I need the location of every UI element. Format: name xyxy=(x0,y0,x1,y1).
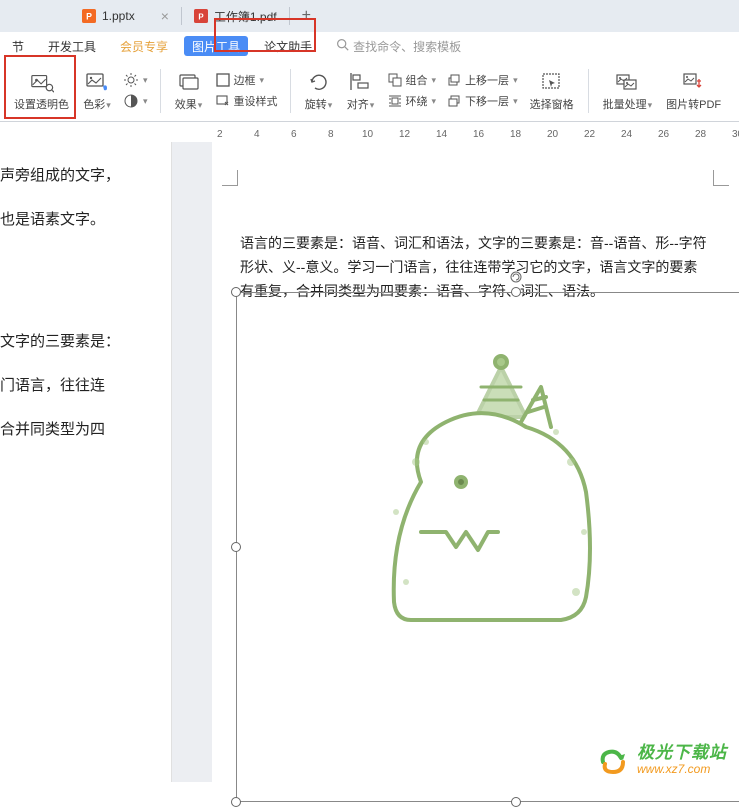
menu-section[interactable]: 节 xyxy=(0,32,36,60)
resize-handle[interactable] xyxy=(231,797,241,807)
watermark-logo-icon xyxy=(597,744,629,776)
ribbon-toolbar: 设置透明色 色彩▾ ▾ ▾ 效果▾ xyxy=(0,60,739,122)
move-up-icon xyxy=(446,72,462,88)
tabs-bar: P 1.pptx × P 工作簿1.pdf + xyxy=(0,0,739,32)
set-transparent-button[interactable]: 设置透明色 xyxy=(8,68,75,114)
menu-vip[interactable]: 会员专享 xyxy=(108,32,180,60)
contrast-icon xyxy=(123,93,139,109)
outline-line: 声旁组成的文字， xyxy=(0,158,163,194)
select-pane-icon xyxy=(540,70,564,94)
document-page[interactable]: 语言的三要素是：语音、词汇和语法，文字的三要素是：音--语音、形--字符形状、义… xyxy=(212,142,739,782)
search-icon xyxy=(336,38,349,54)
tool-label: 选择窗格 xyxy=(530,96,574,112)
search-placeholder: 查找命令、搜索模板 xyxy=(353,38,461,55)
brightness-icon xyxy=(123,72,139,88)
to-pdf-button[interactable]: 图片转PDF xyxy=(660,68,727,114)
tool-label: 批量处理▾ xyxy=(603,96,653,112)
brightness-button[interactable]: ▾ xyxy=(119,70,152,90)
resize-handle[interactable] xyxy=(511,797,521,807)
page-corner xyxy=(713,170,729,186)
move-up-button[interactable]: 上移一层▾ xyxy=(442,70,522,90)
rotate-button[interactable]: 旋转▾ xyxy=(299,68,339,114)
tool-label: 图片转PDF xyxy=(666,96,721,112)
align-button[interactable]: 对齐▾ xyxy=(341,68,381,114)
resize-handle[interactable] xyxy=(231,287,241,297)
group-icon xyxy=(387,72,403,88)
tab-pdf[interactable]: P 工作簿1.pdf xyxy=(182,0,289,32)
batch-button[interactable]: 批量处理▾ xyxy=(597,68,659,114)
watermark-title: 极光下载站 xyxy=(637,744,727,763)
effect-button[interactable]: 效果▾ xyxy=(169,68,209,114)
resize-handle[interactable] xyxy=(511,287,521,297)
color-button[interactable]: 色彩▾ xyxy=(77,68,117,114)
batch-icon xyxy=(615,70,639,94)
tool-label: 效果▾ xyxy=(175,96,203,112)
tool-label: 对齐▾ xyxy=(347,96,375,112)
tab-label: 1.pptx xyxy=(102,9,135,23)
menu-bar: 节 开发工具 会员专享 图片工具 论文助手 查找命令、搜索模板 xyxy=(0,32,739,60)
tool-label: 旋转▾ xyxy=(305,96,333,112)
effect-icon xyxy=(177,70,201,94)
menu-thesis[interactable]: 论文助手 xyxy=(252,32,324,60)
add-tab-button[interactable]: + xyxy=(290,7,323,25)
svg-text:P: P xyxy=(86,12,92,22)
outline-panel: 声旁组成的文字， 也是语素文字。 文字的三要素是： 门语言，往往连 合并同类型为… xyxy=(0,142,172,782)
watermark-url: www.xz7.com xyxy=(637,763,727,776)
ruler: 2 4 6 8 10 12 14 16 18 20 22 24 26 28 30 xyxy=(0,122,739,142)
page-gap xyxy=(172,142,212,782)
transparent-icon xyxy=(30,70,54,94)
reset-icon xyxy=(215,93,231,109)
ppt-icon: P xyxy=(82,9,96,23)
move-down-icon xyxy=(446,93,462,109)
outline-line: 文字的三要素是： xyxy=(0,324,163,360)
tab-label: 工作簿1.pdf xyxy=(214,8,277,25)
rotate-handle[interactable] xyxy=(510,270,522,282)
menu-picture-tools[interactable]: 图片工具 xyxy=(184,36,248,56)
contrast-button[interactable]: ▾ xyxy=(119,91,152,111)
page-corner xyxy=(222,170,238,186)
outline-line: 也是语素文字。 xyxy=(0,202,163,238)
color-icon xyxy=(85,70,109,94)
watermark: 极光下载站 www.xz7.com xyxy=(597,744,727,776)
wrap-icon xyxy=(387,93,403,109)
selected-image[interactable]: W xyxy=(236,292,739,802)
tab-pptx[interactable]: P 1.pptx × xyxy=(70,0,181,32)
pdf-convert-icon xyxy=(682,70,706,94)
rotate-icon xyxy=(307,70,331,94)
resize-handle[interactable] xyxy=(231,542,241,552)
tool-label: 设置透明色 xyxy=(14,96,69,112)
move-down-button[interactable]: 下移一层▾ xyxy=(442,91,522,111)
menu-devtools[interactable]: 开发工具 xyxy=(36,32,108,60)
svg-text:P: P xyxy=(198,13,203,22)
outline-line: 门语言，往往连 xyxy=(0,368,163,404)
content-area: 声旁组成的文字， 也是语素文字。 文字的三要素是： 门语言，往往连 合并同类型为… xyxy=(0,142,739,782)
reset-style-button[interactable]: 重设样式 xyxy=(211,91,282,111)
wrap-button[interactable]: 环绕▾ xyxy=(383,91,441,111)
image-content xyxy=(326,332,636,642)
outline-line: 合并同类型为四 xyxy=(0,412,163,448)
close-icon[interactable]: × xyxy=(161,8,169,24)
align-icon xyxy=(349,70,373,94)
search-box[interactable]: 查找命令、搜索模板 xyxy=(336,38,461,55)
border-button[interactable]: 边框▾ xyxy=(211,70,282,90)
pdf-icon: P xyxy=(194,9,208,23)
border-icon xyxy=(215,72,231,88)
group-button[interactable]: 组合▾ xyxy=(383,70,441,90)
select-pane-button[interactable]: 选择窗格 xyxy=(524,68,580,114)
tool-label: 色彩▾ xyxy=(83,96,111,112)
